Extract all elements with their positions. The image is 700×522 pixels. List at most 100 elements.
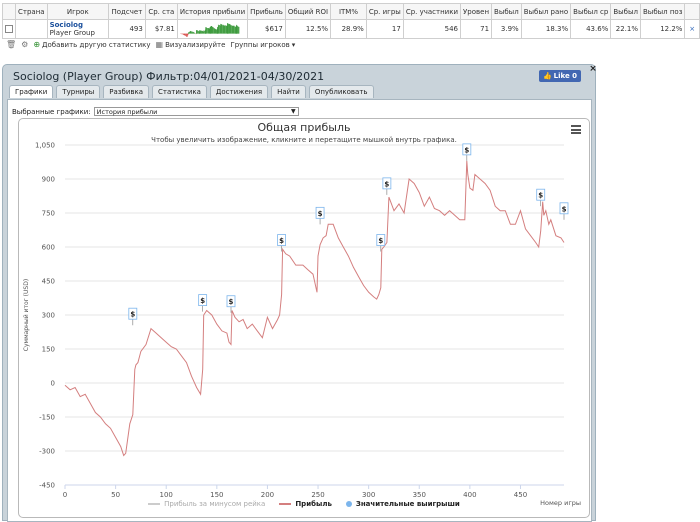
chart-title: Общая прибыль	[257, 121, 351, 134]
col-header-out[interactable]: Выбыл	[491, 3, 522, 20]
panel-title: Sociolog (Player Group) Фильтр:04/01/202…	[13, 70, 325, 83]
col-header-profit-history[interactable]: История прибыли	[176, 3, 249, 20]
tab-statistics[interactable]: Статистика	[152, 85, 207, 98]
add-stat-label: Добавить другую статистику	[42, 40, 151, 49]
legend-item-profit[interactable]: Прибыль	[279, 500, 332, 508]
col-header-level[interactable]: Уровен	[460, 3, 493, 20]
close-icon[interactable]: ×	[588, 64, 598, 74]
col-header-out-2[interactable]: Выбыл	[610, 3, 641, 20]
big-win-flag-label: $	[130, 311, 135, 319]
row-select-cell	[2, 19, 16, 39]
tab-tournaments[interactable]: Турниры	[56, 85, 101, 98]
col-header-itm[interactable]: ITM%	[330, 3, 367, 20]
player-group-label: Player Group	[49, 29, 95, 37]
legend-swatch-rake	[148, 503, 161, 505]
big-win-flag-label: $	[562, 205, 567, 213]
chart-select-label: Выбранные графики:	[12, 107, 91, 116]
profit-sparkline[interactable]	[179, 22, 240, 37]
col-header-avg-stake[interactable]: Ср. ста	[144, 3, 178, 20]
facebook-like-button[interactable]: 👍 Like 0	[539, 70, 581, 82]
player-name-link[interactable]: Sociolog	[50, 21, 106, 29]
x-tick-label: 150	[210, 491, 223, 499]
country-cell	[15, 19, 48, 39]
chart-select-value: История прибыли	[96, 108, 158, 116]
remove-col-header	[684, 3, 700, 20]
tab-breakdown[interactable]: Разбивка	[103, 85, 150, 98]
y-tick-label: 750	[42, 210, 55, 218]
col-header-avg-games[interactable]: Ср. игры	[365, 3, 404, 20]
row-checkbox[interactable]	[5, 25, 13, 33]
itm-cell: 28.9%	[330, 19, 367, 39]
x-tick-label: 200	[261, 491, 274, 499]
profit-chart[interactable]: -450 -300 -150 0 150 300 450 600 750 900 1,050 0 50 1…	[18, 118, 590, 518]
tab-find[interactable]: Найти	[271, 85, 306, 98]
y-tick-label: 0	[51, 380, 55, 388]
chart-select-row: Выбранные графики: История прибыли ▼	[12, 107, 299, 116]
out-late-cell: 12.2%	[639, 19, 686, 39]
x-tick-label: 450	[514, 491, 527, 499]
legend-item-rake[interactable]: Прибыль за минусом рейка	[148, 500, 265, 508]
count-cell: 493	[107, 19, 146, 39]
chart-select[interactable]: История прибыли ▼	[93, 107, 299, 116]
add-icon: ⊕	[33, 39, 41, 49]
tab-achievements[interactable]: Достижения	[209, 85, 269, 98]
player-groups-dropdown[interactable]: Группы игроков ▾	[230, 41, 295, 49]
chart-subtitle: Чтобы увеличить изображение, кликните и …	[151, 136, 457, 144]
big-win-flag-label: $	[538, 192, 543, 200]
facebook-like-label: Like 0	[553, 72, 578, 80]
tab-charts[interactable]: Графики	[9, 85, 54, 98]
visualize-button[interactable]: ▦ Визуализируйте	[155, 39, 226, 49]
col-header-count[interactable]: Подсчет	[107, 3, 146, 20]
player-groups-label: Группы игроков	[230, 40, 290, 49]
big-win-flag-label: $	[384, 180, 389, 188]
level-cell: 71	[460, 19, 493, 39]
legend-label-profit: Прибыль	[295, 500, 332, 508]
chart-legend: Прибыль за минусом рейка Прибыль Значите…	[19, 500, 589, 508]
trash-icon[interactable]: 🗑	[6, 40, 16, 49]
remove-row-button[interactable]: ×	[689, 25, 695, 33]
col-header-out-early[interactable]: Выбыл рано	[520, 3, 572, 20]
col-header-roi[interactable]: Общий ROI	[284, 3, 332, 20]
legend-swatch-profit	[279, 503, 292, 505]
y-tick-label: -300	[39, 448, 55, 456]
x-tick-label: 300	[362, 491, 375, 499]
col-header-profit[interactable]: Прибыль	[247, 3, 286, 20]
profit-history-cell	[176, 19, 249, 39]
out-early-cell: 18.3%	[520, 19, 572, 39]
y-tick-label: 450	[42, 278, 55, 286]
x-tick-label: 250	[311, 491, 324, 499]
out-mid-cell: 43.6%	[570, 19, 612, 39]
x-tick-label: 400	[463, 491, 476, 499]
player-panel: Sociolog (Player Group) Фильтр:04/01/202…	[2, 64, 598, 522]
menu-icon[interactable]	[571, 125, 581, 134]
x-tick-label: 50	[111, 491, 120, 499]
legend-label-rake: Прибыль за минусом рейка	[164, 500, 266, 508]
x-tick-label: 0	[63, 491, 67, 499]
legend-item-big-wins[interactable]: Значительные выигрыши	[345, 500, 460, 508]
col-header-country[interactable]: Страна	[15, 3, 48, 20]
profit-series-line[interactable]	[64, 160, 565, 457]
big-win-flag-label: $	[378, 237, 383, 245]
col-header-player[interactable]: Игрок	[46, 3, 109, 20]
chart-icon: ▦	[155, 39, 164, 49]
big-win-flag-label: $	[464, 146, 469, 154]
y-tick-label: -450	[39, 482, 55, 490]
legend-swatch-big-wins	[345, 501, 352, 507]
table-row: Sociolog Player Group 493 $7.81 $617 12.…	[2, 19, 700, 39]
profit-chart-svg[interactable]: -450-300-15001503004506007509001,0500 50 1…	[19, 119, 590, 518]
y-tick-label: 600	[42, 244, 55, 252]
big-win-flag-label: $	[279, 237, 284, 245]
add-stat-button[interactable]: ⊕ Добавить другую статистику	[33, 39, 151, 49]
chevron-down-icon: ▾	[291, 40, 296, 49]
col-header-out-late[interactable]: Выбыл поз	[639, 3, 686, 20]
stats-toolbar: 🗑 ⚙ ⊕ Добавить другую статистику ▦ Визуа…	[6, 39, 295, 50]
settings-icon[interactable]: ⚙	[21, 40, 28, 49]
visualize-label: Визуализируйте	[165, 40, 226, 49]
col-header-out-mid[interactable]: Выбыл ср	[570, 3, 612, 20]
avg-entrants-cell: 546	[402, 19, 462, 39]
out-cell: 3.9%	[491, 19, 522, 39]
stats-header-row: Страна Игрок Подсчет Ср. ста История при…	[2, 3, 700, 20]
tab-publish[interactable]: Опубликовать	[308, 85, 374, 98]
x-tick-label: 100	[160, 491, 173, 499]
col-header-avg-entrants[interactable]: Ср. участники	[402, 3, 462, 20]
